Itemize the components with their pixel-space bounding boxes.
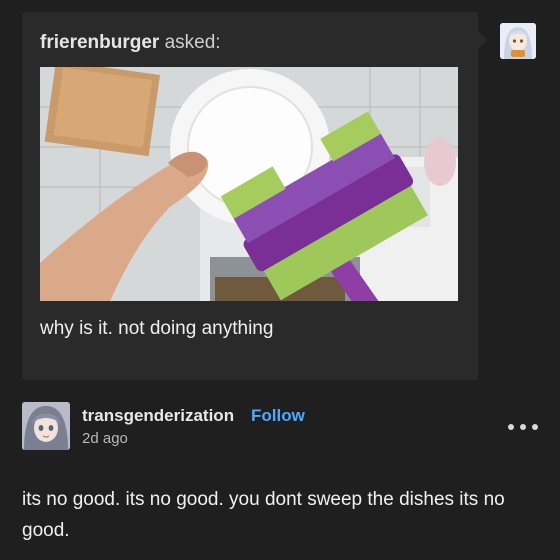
post-page: frierenburger asked: why is it. not doin… <box>0 0 560 560</box>
asker-suffix: asked: <box>159 32 221 53</box>
ask-photo <box>40 67 458 301</box>
post-time[interactable]: 2d ago <box>82 430 128 447</box>
author-avatar[interactable] <box>22 402 70 450</box>
asker-name[interactable]: frierenburger <box>40 32 159 53</box>
ask-box: frierenburger asked: why is it. not doin… <box>22 12 478 380</box>
dot <box>520 424 526 430</box>
dot <box>532 424 538 430</box>
ask-image[interactable] <box>40 67 458 301</box>
anime-avatar-icon <box>500 23 536 59</box>
asker-avatar[interactable] <box>500 23 536 59</box>
follow-button[interactable]: Follow <box>251 406 305 426</box>
ask-pointer <box>478 32 488 48</box>
anime-avatar-icon <box>22 402 70 450</box>
dot <box>508 424 514 430</box>
more-dots-icon[interactable] <box>508 418 538 436</box>
author-name[interactable]: transgenderization <box>82 406 234 426</box>
asker-line: frierenburger asked: <box>40 32 221 54</box>
ask-question: why is it. not doing anything <box>40 318 274 339</box>
post-body: its no good. its no good. you dont sweep… <box>22 489 505 541</box>
